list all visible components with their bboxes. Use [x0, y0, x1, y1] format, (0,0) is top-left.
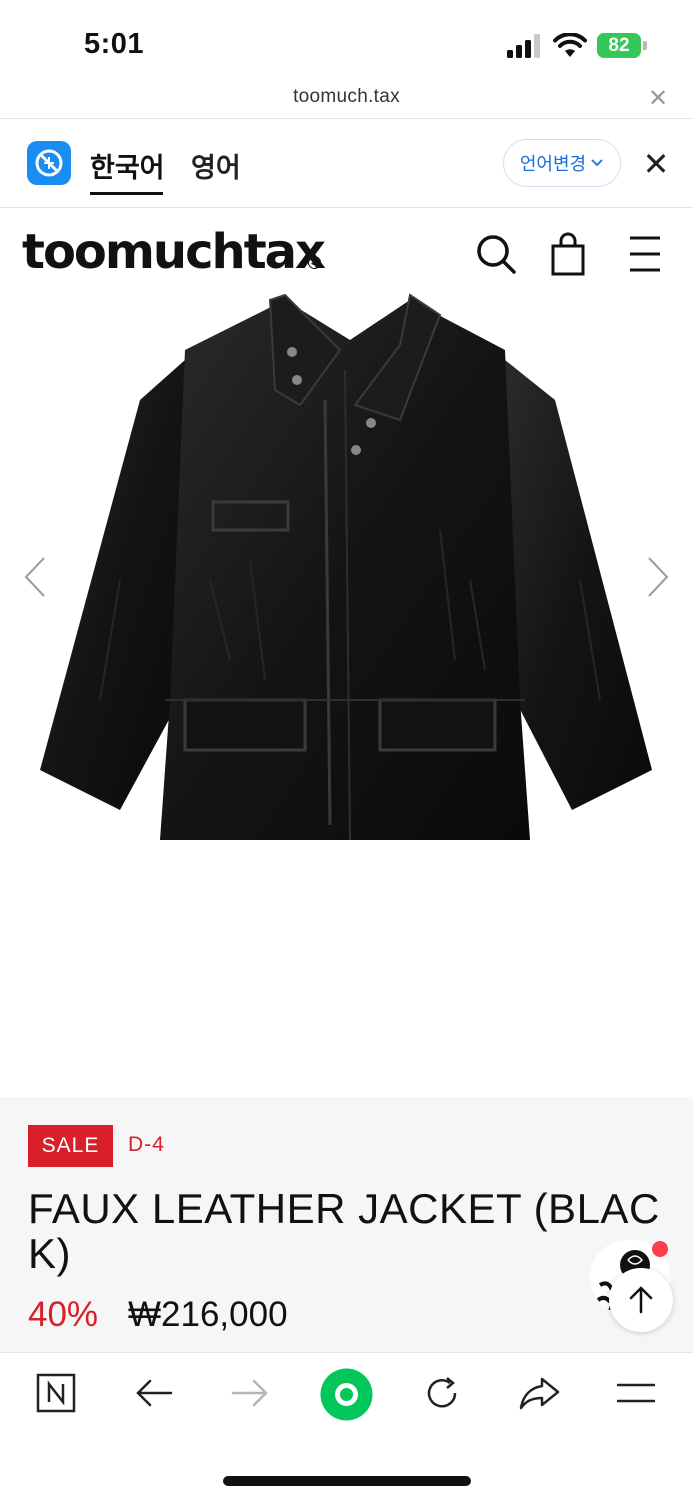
reload-icon[interactable]: [419, 1370, 465, 1416]
product-title: FAUX LEATHER JACKET (BLACK): [28, 1185, 660, 1277]
forward-icon[interactable]: [227, 1370, 273, 1416]
carousel-prev-icon[interactable]: [20, 555, 50, 600]
url-label[interactable]: toomuch.tax: [0, 86, 693, 108]
change-language-button[interactable]: 언어변경: [503, 139, 621, 187]
translate-close-icon[interactable]: ✕: [641, 147, 671, 181]
tab-korean[interactable]: 한국어: [90, 146, 165, 185]
carousel-next-icon[interactable]: [643, 555, 673, 600]
cart-icon[interactable]: [546, 232, 590, 276]
battery-level: 82: [608, 35, 630, 56]
notification-dot: [652, 1241, 668, 1257]
home-indicator: [223, 1476, 471, 1486]
sale-badge: SALE: [28, 1125, 113, 1167]
search-icon[interactable]: [474, 232, 518, 276]
naver-icon[interactable]: [33, 1370, 79, 1416]
battery-icon: 82: [597, 33, 647, 58]
divider: [0, 207, 693, 208]
menu-icon[interactable]: [613, 1370, 659, 1416]
share-icon[interactable]: [516, 1370, 562, 1416]
tab-korean-underline: [90, 192, 163, 195]
wifi-icon: [553, 33, 587, 57]
registered-mark: S: [308, 256, 321, 269]
signal-icon: [507, 34, 540, 58]
discount-rate: 40%: [28, 1295, 99, 1334]
translate-logo-icon: [27, 141, 71, 185]
divider: [0, 118, 693, 119]
product-image[interactable]: [0, 280, 693, 880]
home-icon[interactable]: [320, 1368, 373, 1421]
scroll-top-button[interactable]: [609, 1268, 673, 1332]
arrow-up-icon: [629, 1286, 653, 1314]
menu-icon[interactable]: [622, 232, 666, 276]
status-time: 5:01: [84, 28, 145, 60]
chevron-down-icon: [591, 159, 603, 167]
days-left-label: D-4: [128, 1133, 165, 1156]
brand-logo[interactable]: toomuchtax: [22, 224, 326, 280]
product-price: ₩216,000: [128, 1295, 288, 1334]
tab-english[interactable]: 영어: [191, 146, 241, 185]
url-close-icon[interactable]: ✕: [647, 84, 669, 113]
back-icon[interactable]: [131, 1370, 177, 1416]
change-language-label: 언어변경: [519, 154, 587, 174]
